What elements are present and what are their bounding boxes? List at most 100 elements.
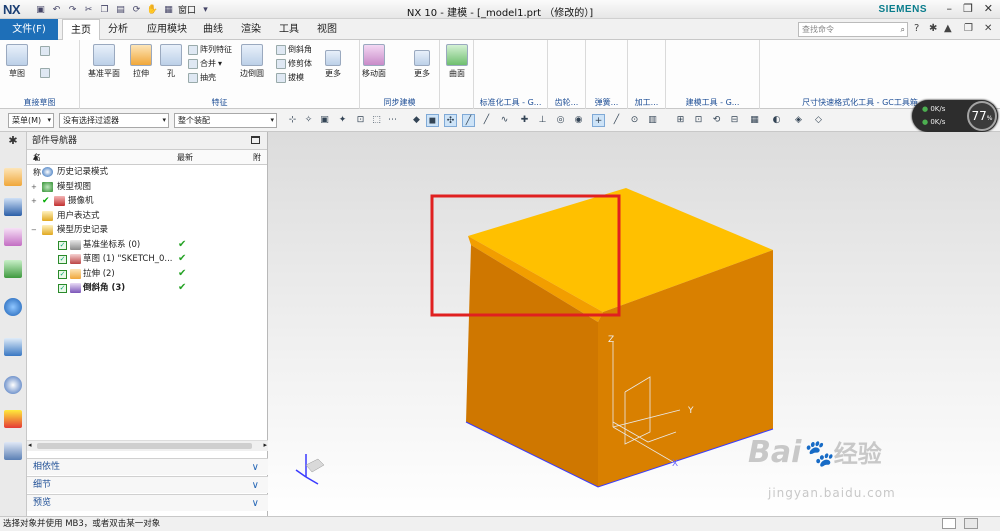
model-viewport[interactable]: Z Y X bbox=[268, 132, 1000, 516]
trim-body-button[interactable]: 修剪体 bbox=[276, 58, 312, 69]
visibility-checkbox[interactable]: ✓ bbox=[58, 240, 67, 250]
tab-view[interactable]: 视图 bbox=[314, 19, 340, 40]
chevron-down-icon[interactable]: ▾ bbox=[218, 59, 222, 68]
extrude-button[interactable]: 拉伸 bbox=[130, 44, 152, 79]
collapse-icon[interactable]: − bbox=[31, 223, 37, 238]
scrollbar-thumb[interactable] bbox=[37, 443, 252, 449]
endpoint-icon[interactable]: ╱ bbox=[480, 114, 493, 127]
minimize-ribbon-icon[interactable]: ▲ bbox=[944, 23, 952, 34]
selection-scope-select[interactable]: 整个装配 ▾ bbox=[174, 113, 277, 128]
panel-preview[interactable]: 预览 ∨ bbox=[27, 494, 268, 511]
part-navigator-icon[interactable] bbox=[4, 228, 22, 246]
face-icon[interactable]: ▥ bbox=[646, 114, 659, 127]
web-browser-icon[interactable] bbox=[4, 298, 22, 316]
reuse-library-icon[interactable] bbox=[4, 260, 22, 278]
unite-button[interactable]: 合并 ▾ bbox=[188, 58, 222, 69]
sync-more-button[interactable]: 更多 bbox=[414, 44, 430, 79]
render-style-icon[interactable]: ◐ bbox=[770, 114, 783, 127]
quadrant-icon[interactable]: ◉ bbox=[572, 114, 585, 127]
filter-icon[interactable]: ⋯ bbox=[386, 114, 399, 127]
graphics-window[interactable]: Z Y X Bai🐾经验 jingyan.baidu.com bbox=[268, 132, 1000, 516]
shell-button[interactable]: 抽壳 bbox=[188, 72, 216, 83]
status-icon[interactable] bbox=[942, 518, 956, 529]
surface-button[interactable]: 曲面 bbox=[446, 44, 468, 79]
tree-row[interactable]: ✓ 拉伸 (2) ✔ bbox=[27, 267, 267, 282]
column-extra[interactable]: 附 bbox=[253, 150, 261, 165]
chamfer-button[interactable]: 倒斜角 bbox=[276, 44, 312, 55]
tree-row[interactable]: ✓ 基准坐标系 (0) ✔ bbox=[27, 238, 267, 253]
solid-select-icon[interactable]: ◼ bbox=[426, 114, 439, 127]
snap-point-icon[interactable]: ✣ bbox=[444, 114, 457, 127]
tree-row[interactable]: ✓ 倒斜角 (3) ✔ bbox=[27, 281, 267, 296]
expand-icon[interactable]: + bbox=[31, 180, 37, 195]
pattern-button[interactable]: 阵列特征 bbox=[188, 44, 232, 55]
select-feature-icon[interactable]: ⊹ bbox=[286, 114, 299, 127]
visibility-checkbox[interactable]: ✓ bbox=[58, 255, 67, 264]
select-region-icon[interactable]: ⊡ bbox=[354, 114, 367, 127]
show-faces-icon[interactable]: ◆ bbox=[410, 114, 423, 127]
tree-row[interactable]: 用户表达式 bbox=[27, 209, 267, 224]
tab-tools[interactable]: 工具 bbox=[276, 19, 302, 40]
orient-icon[interactable]: ⊟ bbox=[728, 114, 741, 127]
maximize-icon[interactable] bbox=[251, 136, 260, 144]
section-icon[interactable]: ◇ bbox=[812, 114, 825, 127]
close-icon[interactable]: ✕ bbox=[984, 2, 993, 15]
menu-button[interactable]: 菜单(M) ▾ bbox=[8, 113, 54, 128]
tangent-icon[interactable]: ⊥ bbox=[536, 114, 549, 127]
assembly-navigator-icon[interactable] bbox=[4, 168, 22, 186]
move-face-button[interactable]: 移动面 bbox=[362, 44, 386, 79]
tree-row[interactable]: + ✔ 摄像机 bbox=[27, 194, 267, 209]
tab-render[interactable]: 渲染 bbox=[238, 19, 264, 40]
hole-button[interactable]: 孔 bbox=[160, 44, 182, 79]
view-layout-icon[interactable]: ▦ bbox=[748, 114, 761, 127]
search-icon[interactable]: ⌕ bbox=[901, 23, 905, 36]
feature-more-button[interactable]: 更多 bbox=[325, 44, 341, 79]
center-icon[interactable]: ◎ bbox=[554, 114, 567, 127]
visibility-checkbox[interactable]: ✓ bbox=[58, 284, 67, 293]
tab-file[interactable]: 文件(F) bbox=[0, 19, 58, 40]
tab-home[interactable]: 主页 bbox=[62, 19, 100, 41]
datum-plane-button[interactable]: 基准平面 bbox=[88, 44, 120, 79]
intersection-icon[interactable]: ✚ bbox=[518, 114, 531, 127]
scroll-right-icon[interactable]: ▸ bbox=[263, 441, 267, 449]
cue-icon[interactable] bbox=[964, 518, 978, 529]
selection-filter-select[interactable]: 没有选择过滤器 ▾ bbox=[59, 113, 169, 128]
command-search-input[interactable]: 查找命令 ⌕ bbox=[798, 22, 908, 37]
panel-details[interactable]: 细节 ∨ bbox=[27, 476, 268, 493]
show-hide-icon[interactable]: ◈ bbox=[792, 114, 805, 127]
rotate-icon[interactable]: ⟲ bbox=[710, 114, 723, 127]
visibility-checkbox[interactable]: ✓ bbox=[58, 269, 67, 279]
point-on-curve-icon[interactable]: + bbox=[592, 114, 605, 127]
roles-icon[interactable] bbox=[4, 442, 22, 460]
snap-icon[interactable]: ✦ bbox=[336, 114, 349, 127]
minimize-icon[interactable]: – bbox=[947, 2, 953, 15]
panel-dependencies[interactable]: 相依性 ∨ bbox=[27, 458, 268, 475]
midpoint-icon[interactable]: ╱ bbox=[610, 114, 623, 127]
close-icon[interactable]: ✕ bbox=[984, 23, 992, 34]
profile-button[interactable] bbox=[40, 46, 50, 56]
edge-blend-button[interactable]: 边倒圆 bbox=[240, 44, 264, 79]
settings-icon[interactable]: ✱ bbox=[4, 134, 22, 152]
tree-row[interactable]: 历史记录模式 bbox=[27, 165, 267, 180]
tree-row[interactable]: − 模型历史记录 bbox=[27, 223, 267, 238]
column-latest[interactable]: 最新 bbox=[177, 150, 193, 165]
select-object-icon[interactable]: ▣ bbox=[318, 114, 331, 127]
curve-icon[interactable]: ∿ bbox=[498, 114, 511, 127]
restore-icon[interactable]: ❐ bbox=[964, 23, 973, 34]
line-icon[interactable]: ╱ bbox=[462, 114, 475, 127]
expand-icon[interactable]: + bbox=[31, 194, 37, 209]
constraint-navigator-icon[interactable] bbox=[4, 198, 22, 216]
help-icon[interactable]: ? bbox=[914, 23, 919, 34]
select-icon[interactable]: ✧ bbox=[302, 114, 315, 127]
tab-applications[interactable]: 应用模块 bbox=[142, 19, 192, 40]
clock-icon[interactable] bbox=[4, 376, 22, 394]
tab-analysis[interactable]: 分析 bbox=[104, 19, 132, 40]
sketch-button[interactable]: 草图 bbox=[6, 44, 28, 79]
restore-icon[interactable]: ❐ bbox=[963, 2, 973, 15]
tab-curve[interactable]: 曲线 bbox=[200, 19, 226, 40]
horizontal-scrollbar[interactable]: ◂ ▸ bbox=[27, 440, 268, 451]
arc-center-icon[interactable]: ⊙ bbox=[628, 114, 641, 127]
rectangle-button[interactable] bbox=[40, 68, 50, 78]
lasso-icon[interactable]: ⬚ bbox=[370, 114, 383, 127]
settings-icon[interactable]: ✱ bbox=[929, 23, 937, 34]
